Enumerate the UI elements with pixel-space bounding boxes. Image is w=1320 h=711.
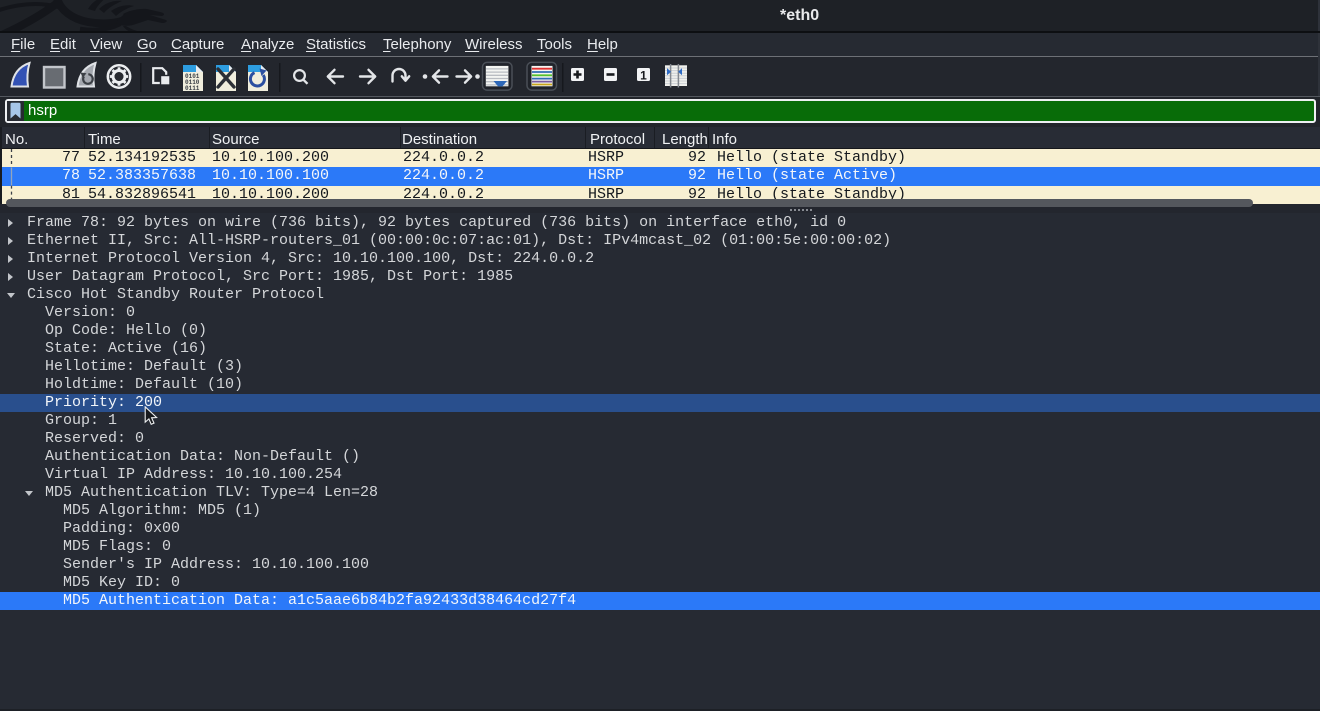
svg-text:0111: 0111	[185, 85, 200, 92]
svg-text:1: 1	[640, 69, 647, 83]
